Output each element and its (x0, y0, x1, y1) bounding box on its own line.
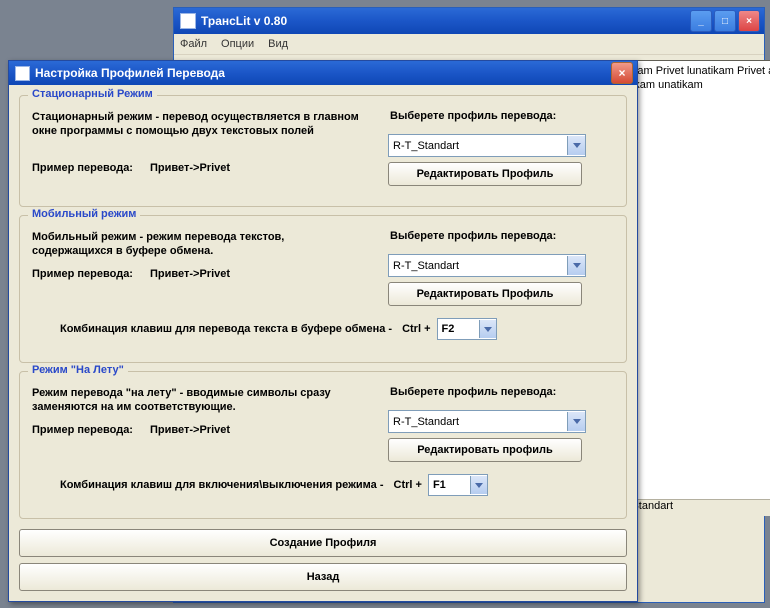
mobile-hotkey-mod: Ctrl + (402, 323, 430, 335)
stationary-legend: Стационарный Режим (28, 88, 157, 100)
mobile-profile-value: R-T_Standart (393, 260, 459, 272)
onfly-hotkey-value: F1 (433, 479, 446, 491)
app-icon (180, 13, 196, 29)
mobile-hotkey-label: Комбинация клавиш для перевода текста в … (60, 323, 392, 335)
onfly-profile-value: R-T_Standart (393, 416, 459, 428)
back-label: Назад (307, 571, 340, 583)
back-button[interactable]: Назад (19, 563, 627, 591)
group-onfly: Режим "На Лету" Режим перевода "на лету"… (19, 371, 627, 519)
chevron-down-icon (470, 476, 487, 494)
menu-view[interactable]: Вид (268, 38, 288, 50)
onfly-legend: Режим "На Лету" (28, 364, 128, 376)
stationary-example-value: Привет->Privet (150, 162, 230, 174)
create-profile-label: Создание Профиля (270, 537, 377, 549)
dialog-title: Настройка Профилей Перевода (35, 66, 225, 80)
onfly-edit-label: Редактировать профиль (417, 444, 553, 456)
maximize-button[interactable]: □ (714, 10, 736, 32)
mobile-profile-combo[interactable]: R-T_Standart (388, 254, 586, 277)
onfly-desc: Режим перевода "на лету" - вводимые симв… (32, 386, 362, 414)
stationary-profile-value: R-T_Standart (393, 140, 459, 152)
dialog-titlebar: Настройка Профилей Перевода × (9, 61, 637, 85)
menubar: Файл Опции Вид (174, 34, 764, 55)
chevron-down-icon (567, 136, 585, 155)
group-stationary: Стационарный Режим Стационарный режим - … (19, 95, 627, 207)
stationary-edit-button[interactable]: Редактировать Профиль (388, 162, 582, 186)
mobile-example-value: Привет->Privet (150, 268, 230, 280)
onfly-hotkey-combo[interactable]: F1 (428, 474, 488, 496)
create-profile-button[interactable]: Создание Профиля (19, 529, 627, 557)
dialog-close-button[interactable]: × (611, 62, 633, 84)
mobile-select-label: Выберете профиль перевода: (390, 230, 556, 242)
mobile-desc: Мобильный режим - режим перевода текстов… (32, 230, 362, 258)
stationary-example-label: Пример перевода: (32, 162, 133, 174)
onfly-hotkey-label: Комбинация клавиш для включения\выключен… (60, 479, 384, 491)
onfly-edit-button[interactable]: Редактировать профиль (388, 438, 582, 462)
onfly-select-label: Выберете профиль перевода: (390, 386, 556, 398)
onfly-profile-combo[interactable]: R-T_Standart (388, 410, 586, 433)
dialog-icon (15, 66, 30, 81)
onfly-hotkey-row: Комбинация клавиш для включения\выключен… (60, 474, 614, 496)
onfly-hotkey-mod: Ctrl + (394, 479, 422, 491)
menu-options[interactable]: Опции (221, 38, 254, 50)
chevron-down-icon (479, 320, 496, 338)
minimize-button[interactable]: _ (690, 10, 712, 32)
stationary-desc: Стационарный режим - перевод осуществляе… (32, 110, 362, 138)
mobile-hotkey-row: Комбинация клавиш для перевода текста в … (60, 318, 614, 340)
profiles-dialog: Настройка Профилей Перевода × Стационарн… (8, 60, 638, 602)
chevron-down-icon (567, 412, 585, 431)
mobile-edit-button[interactable]: Редактировать Профиль (388, 282, 582, 306)
mobile-hotkey-value: F2 (442, 323, 455, 335)
menu-file[interactable]: Файл (180, 38, 207, 50)
mobile-example-label: Пример перевода: (32, 268, 133, 280)
group-mobile: Мобильный режим Мобильный режим - режим … (19, 215, 627, 363)
app-title: ТрансLit v 0.80 (201, 14, 287, 28)
onfly-example-value: Привет->Privet (150, 424, 230, 436)
stationary-select-label: Выберете профиль перевода: (390, 110, 556, 122)
mobile-edit-label: Редактировать Профиль (417, 288, 554, 300)
stationary-profile-combo[interactable]: R-T_Standart (388, 134, 586, 157)
main-titlebar: ТрансLit v 0.80 _ □ × (174, 8, 764, 34)
close-button[interactable]: × (738, 10, 760, 32)
window-controls: _ □ × (690, 10, 760, 32)
mobile-hotkey-combo[interactable]: F2 (437, 318, 497, 340)
stationary-edit-label: Редактировать Профиль (417, 168, 554, 180)
chevron-down-icon (567, 256, 585, 275)
onfly-example-label: Пример перевода: (32, 424, 133, 436)
mobile-legend: Мобильный режим (28, 208, 140, 220)
